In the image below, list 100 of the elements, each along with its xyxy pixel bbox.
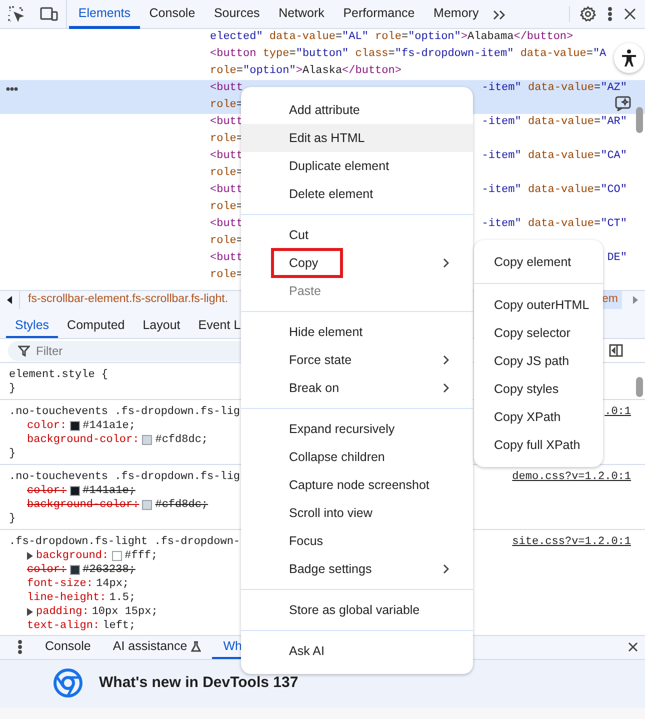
flask-icon bbox=[191, 640, 202, 652]
code-line: -item" data-value="CT" bbox=[482, 217, 627, 232]
source-link[interactable]: site.css?v=1.2.0:1 bbox=[512, 535, 631, 549]
color-swatch[interactable] bbox=[142, 500, 152, 510]
css-property: color: bbox=[27, 419, 67, 433]
menu-item[interactable]: Delete element bbox=[241, 180, 473, 208]
css-property: padding: bbox=[36, 605, 89, 619]
close-icon[interactable] bbox=[628, 642, 638, 652]
css-property: line-height: bbox=[27, 591, 106, 605]
circle-logo-icon bbox=[53, 668, 83, 698]
code-line: role="option">Alaska</button> bbox=[210, 64, 402, 79]
css-value: #141a1e; bbox=[82, 419, 136, 433]
color-swatch[interactable] bbox=[70, 486, 80, 496]
css-value: 1.5; bbox=[109, 591, 136, 605]
menu-item[interactable]: Copy JS path bbox=[474, 347, 603, 375]
css-selector: .fs-dropdown.fs-light .fs-dropdown- bbox=[9, 535, 240, 549]
scroll-left-icon[interactable] bbox=[7, 296, 12, 304]
more-options-icon[interactable] bbox=[608, 7, 612, 21]
breadcrumb-link[interactable]: fs-scrollbar-element.fs-scrollbar.fs-light. bbox=[28, 291, 228, 309]
code-line: elected" data-value="AL" role="option">Alabama</button> bbox=[210, 30, 574, 45]
menu-item[interactable]: Store as global variable bbox=[241, 596, 473, 624]
menu-item[interactable]: Copy element bbox=[474, 248, 603, 276]
color-swatch[interactable] bbox=[112, 551, 122, 561]
color-swatch[interactable] bbox=[70, 421, 80, 431]
css-value: left; bbox=[102, 619, 136, 633]
code-line: -item" data-value="CO" bbox=[482, 183, 627, 198]
ellipsis-icon[interactable] bbox=[6, 87, 18, 91]
code-line: <button type="button" class="fs-dropdown-item" data-value="A bbox=[210, 47, 606, 62]
inspect-icon[interactable] bbox=[8, 6, 24, 22]
code-line: <butt bbox=[210, 251, 244, 266]
menu-item[interactable]: Expand recursively bbox=[241, 415, 473, 443]
menu-item[interactable]: Focus bbox=[241, 527, 473, 555]
more-tabs-icon[interactable] bbox=[492, 8, 506, 20]
panel-tab[interactable]: Sources bbox=[204, 0, 270, 28]
css-property: font-size: bbox=[27, 577, 94, 591]
sidebar-tab[interactable]: Computed bbox=[58, 314, 134, 338]
drawer-tab[interactable]: Console bbox=[34, 635, 102, 659]
css-value: #cfd8dc; bbox=[155, 433, 208, 447]
drawer-tab[interactable]: AI assistance bbox=[102, 635, 212, 659]
source-link[interactable]: demo.css?v=1.2.0:1 bbox=[512, 470, 631, 484]
panel-tab[interactable]: Network bbox=[269, 0, 334, 28]
panel-tab[interactable]: Performance bbox=[334, 0, 424, 28]
panel-tab[interactable]: Elements bbox=[69, 0, 140, 28]
filter-icon bbox=[18, 344, 30, 356]
menu-item[interactable]: Copy selector bbox=[474, 319, 603, 347]
menu-item[interactable]: Cut bbox=[241, 221, 473, 249]
close-icon[interactable] bbox=[624, 8, 636, 20]
sidebar-toggle-icon[interactable] bbox=[609, 344, 623, 357]
color-swatch[interactable] bbox=[70, 565, 80, 575]
device-icon[interactable] bbox=[40, 6, 58, 22]
code-line: -item" data-value="AZ" bbox=[482, 81, 627, 96]
code-line: <butt bbox=[210, 81, 244, 96]
menu-item[interactable]: Break on bbox=[241, 374, 473, 402]
menu-item[interactable]: Capture node screenshot bbox=[241, 471, 473, 499]
css-selector: .no-touchevents .fs-dropdown.fs-lig bbox=[9, 405, 240, 419]
settings-icon[interactable] bbox=[580, 6, 596, 22]
chevron-right-icon bbox=[443, 564, 449, 574]
css-property: color: bbox=[27, 563, 67, 577]
code-line: <butt bbox=[210, 149, 244, 164]
css-property: text-align: bbox=[27, 619, 100, 633]
more-options-icon[interactable] bbox=[18, 640, 22, 654]
menu-item[interactable]: Edit as HTML bbox=[241, 124, 473, 152]
chevron-right-icon bbox=[443, 383, 449, 393]
accessibility-button[interactable] bbox=[614, 43, 644, 73]
css-value: #141a1e; bbox=[82, 484, 136, 498]
code-line: -item" data-value="CA" bbox=[482, 149, 627, 164]
menu-item[interactable]: Collapse children bbox=[241, 443, 473, 471]
menu-item[interactable]: Add attribute bbox=[241, 96, 473, 124]
menu-item[interactable]: Copy styles bbox=[474, 375, 603, 403]
code-line: <butt bbox=[210, 183, 244, 198]
menu-item[interactable]: Scroll into view bbox=[241, 499, 473, 527]
chevron-right-icon bbox=[443, 355, 449, 365]
code-line: DE" bbox=[607, 251, 627, 266]
css-value: #cfd8dc; bbox=[155, 498, 208, 512]
menu-item[interactable]: Copy bbox=[241, 249, 473, 277]
sidebar-tab[interactable]: Styles bbox=[6, 314, 58, 338]
panel-tab[interactable]: Memory bbox=[424, 0, 488, 28]
menu-item[interactable]: Duplicate element bbox=[241, 152, 473, 180]
scrollbar-thumb[interactable] bbox=[636, 107, 643, 133]
panel-heading: What's new in DevTools 137 bbox=[99, 672, 298, 693]
sparkle-chat-icon[interactable] bbox=[615, 96, 631, 111]
scroll-right-icon[interactable] bbox=[632, 296, 638, 304]
color-swatch[interactable] bbox=[142, 435, 152, 445]
menu-item[interactable]: Copy XPath bbox=[474, 403, 603, 431]
expand-triangle-icon[interactable] bbox=[27, 552, 33, 560]
chevron-right-icon bbox=[443, 258, 449, 268]
panel-tab[interactable]: Console bbox=[140, 0, 205, 28]
css-brace: } bbox=[9, 448, 16, 460]
menu-item[interactable]: Badge settings bbox=[241, 555, 473, 583]
menu-item[interactable]: Copy full XPath bbox=[474, 431, 603, 459]
css-brace: } bbox=[9, 383, 16, 395]
expand-triangle-icon[interactable] bbox=[27, 608, 33, 616]
scrollbar-thumb[interactable] bbox=[636, 377, 643, 397]
source-link[interactable]: .0:1 bbox=[604, 405, 631, 419]
css-selector: .no-touchevents .fs-dropdown.fs-lig bbox=[9, 470, 240, 484]
sidebar-tab[interactable]: Layout bbox=[134, 314, 190, 338]
css-value: #263238; bbox=[82, 563, 136, 577]
css-selector: element.style { bbox=[9, 368, 108, 382]
css-property: color: bbox=[27, 484, 67, 498]
code-line: -item" data-value="AR" bbox=[482, 115, 627, 130]
